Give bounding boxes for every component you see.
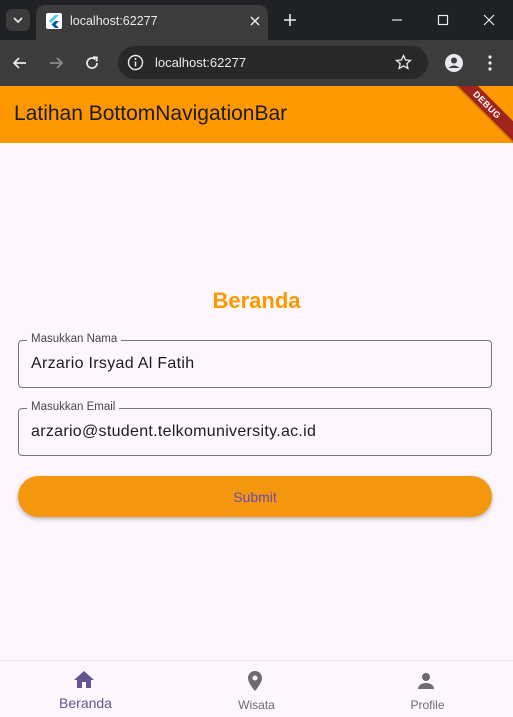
nav-item-wisata[interactable]: Wisata: [171, 661, 342, 717]
nav-item-profile[interactable]: Profile: [342, 661, 513, 717]
nav-label-wisata: Wisata: [238, 698, 275, 712]
email-field-label: Masukkan Email: [27, 401, 120, 413]
nav-label-profile: Profile: [410, 698, 445, 712]
name-field-label: Masukkan Nama: [27, 333, 122, 345]
nav-item-beranda[interactable]: Beranda: [0, 661, 171, 717]
site-info-icon[interactable]: [126, 53, 145, 72]
chevron-down-icon: [13, 17, 23, 24]
location-pin-icon: [248, 671, 262, 691]
email-field[interactable]: Masukkan Email arzario@student.telkomuni…: [18, 401, 492, 456]
reload-icon[interactable]: [81, 52, 103, 74]
browser-tab[interactable]: localhost:62277: [36, 5, 268, 40]
app-bar: Latihan BottomNavigationBar DEBUG: [0, 86, 513, 146]
page-heading: Beranda: [212, 288, 301, 313]
new-tab-icon[interactable]: [280, 10, 300, 30]
address-bar[interactable]: localhost:62277: [118, 46, 428, 79]
home-icon: [74, 671, 94, 688]
name-field-value[interactable]: Arzario Irsyad Al Fatih: [31, 355, 194, 373]
submit-button-label: Submit: [233, 488, 277, 505]
minimize-icon[interactable]: [387, 10, 407, 30]
browser-tab-strip: localhost:62277: [0, 0, 513, 40]
flutter-favicon-icon: [46, 13, 62, 29]
close-window-icon[interactable]: [479, 10, 499, 30]
back-arrow-icon[interactable]: [9, 52, 31, 74]
bookmark-star-icon[interactable]: [394, 53, 413, 72]
close-tab-icon[interactable]: [247, 13, 263, 29]
bottom-navigation-bar: Beranda Wisata Profile: [0, 660, 513, 717]
address-url[interactable]: localhost:62277: [155, 55, 246, 70]
tab-title: localhost:62277: [70, 14, 158, 28]
browser-toolbar: localhost:62277: [0, 40, 513, 86]
maximize-icon[interactable]: [433, 10, 453, 30]
submit-button[interactable]: Submit: [18, 476, 492, 517]
nav-label-beranda: Beranda: [59, 695, 112, 711]
kebab-menu-icon[interactable]: [479, 52, 501, 74]
forward-arrow-icon[interactable]: [45, 52, 67, 74]
name-field[interactable]: Masukkan Nama Arzario Irsyad Al Fatih: [18, 333, 492, 388]
app-viewport: Latihan BottomNavigationBar DEBUG Berand…: [0, 86, 513, 717]
tab-search-button[interactable]: [6, 9, 30, 31]
debug-banner: DEBUG: [446, 86, 513, 146]
email-field-value[interactable]: arzario@student.telkomuniversity.ac.id: [31, 423, 316, 441]
app-bar-title: Latihan BottomNavigationBar: [14, 102, 288, 125]
person-icon: [418, 673, 434, 689]
profile-avatar-icon[interactable]: [443, 52, 465, 74]
